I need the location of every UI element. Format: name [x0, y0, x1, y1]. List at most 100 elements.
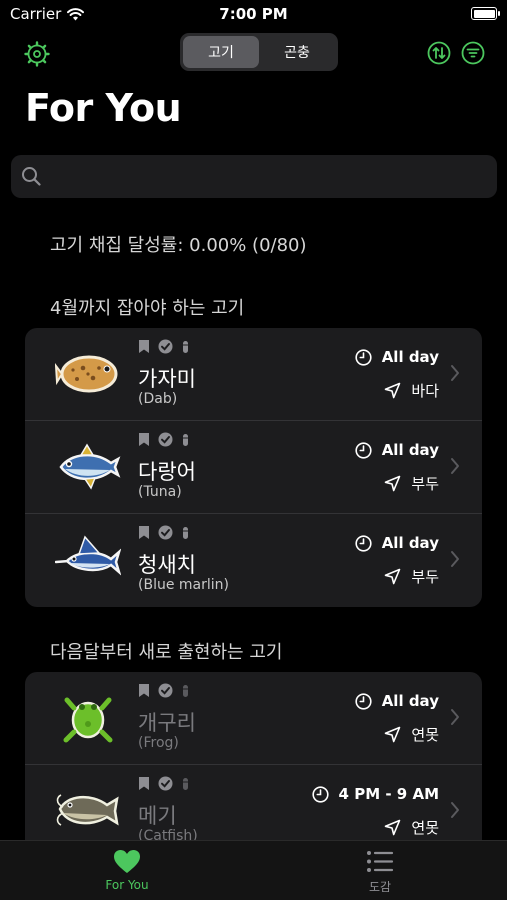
page-title: For You	[25, 86, 182, 130]
caught-check-icon[interactable]	[158, 339, 173, 354]
time-info: All day	[355, 692, 439, 710]
clock-icon	[355, 348, 372, 366]
caught-check-icon[interactable]	[158, 432, 173, 447]
fish-name: 청새치	[138, 553, 196, 577]
bookmark-icon[interactable]	[138, 525, 150, 540]
chevron-right-icon	[451, 458, 459, 474]
place-label: 바다	[411, 382, 439, 400]
tuna-fish-icon	[59, 443, 121, 490]
place-label: 부두	[411, 475, 439, 493]
fish-name: 메기	[138, 804, 177, 828]
location-arrow-icon	[385, 726, 401, 743]
sort-icon[interactable]	[427, 41, 451, 65]
chevron-right-icon	[451, 802, 459, 818]
clock-icon	[355, 692, 372, 710]
section-title-this-month: 4월까지 잡아야 하는 고기	[50, 298, 245, 319]
status-badges	[138, 432, 190, 447]
chevron-right-icon	[451, 551, 459, 567]
donated-icon[interactable]	[181, 526, 190, 540]
location-arrow-icon	[385, 568, 401, 585]
status-badges	[138, 683, 190, 698]
time-label: All day	[381, 692, 439, 710]
status-badges	[138, 776, 190, 791]
tab-label: For You	[105, 878, 149, 892]
bookmark-icon[interactable]	[138, 339, 150, 354]
tab-for-you[interactable]: For You	[67, 849, 187, 892]
catfish-icon	[56, 794, 119, 826]
fish-name-english: (Frog)	[138, 735, 179, 751]
chevron-right-icon	[451, 365, 459, 381]
fish-name-english: (Dab)	[138, 391, 178, 407]
status-time: 7:00 PM	[219, 5, 288, 23]
time-label: All day	[381, 441, 439, 459]
time-info: All day	[355, 348, 439, 366]
search-input[interactable]	[51, 155, 481, 198]
filter-icon[interactable]	[461, 41, 485, 65]
location-arrow-icon	[385, 819, 401, 836]
nav-bar: 고기 곤충	[0, 33, 507, 73]
status-bar: Carrier 7:00 PM	[0, 0, 507, 30]
status-badges	[138, 525, 190, 540]
place-info: 연못	[384, 724, 439, 745]
time-info: All day	[355, 534, 439, 552]
nav-right-actions	[427, 41, 485, 65]
completion-rate: 고기 채집 달성률: 0.00% (0/80)	[50, 235, 307, 256]
donated-icon[interactable]	[181, 340, 190, 354]
section-title-next-month: 다음달부터 새로 출현하는 고기	[50, 642, 283, 663]
fish-name-english: (Blue marlin)	[138, 577, 229, 593]
fish-list-this-month: 가자미 (Dab) All day 바다 다랑어 (Tuna) All day …	[25, 328, 482, 607]
fish-name: 개구리	[138, 711, 196, 735]
place-label: 연못	[411, 819, 439, 837]
segment-insects[interactable]: 곤충	[259, 36, 335, 68]
category-segmented-control[interactable]: 고기 곤충	[180, 33, 338, 71]
status-badges	[138, 339, 190, 354]
fish-name-english: (Catfish)	[138, 828, 198, 840]
place-info: 연못	[384, 817, 439, 838]
fish-name: 다랑어	[138, 460, 196, 484]
place-info: 부두	[384, 566, 439, 587]
donated-icon[interactable]	[181, 433, 190, 447]
list-item[interactable]: 가자미 (Dab) All day 바다	[25, 328, 482, 421]
bookmark-icon[interactable]	[138, 432, 150, 447]
dab-fish-icon	[55, 355, 118, 393]
blue-marlin-fish-icon	[55, 535, 121, 576]
donated-icon[interactable]	[181, 684, 190, 698]
list-item[interactable]: 개구리 (Frog) All day 연못	[25, 672, 482, 765]
place-info: 부두	[384, 473, 439, 494]
caught-check-icon[interactable]	[158, 776, 173, 791]
bookmark-icon[interactable]	[138, 683, 150, 698]
frog-icon	[63, 697, 113, 743]
time-info: All day	[355, 441, 439, 459]
list-item[interactable]: 다랑어 (Tuna) All day 부두	[25, 421, 482, 514]
list-item[interactable]: 메기 (Catfish) 4 PM - 9 AM 연못	[25, 765, 482, 840]
battery-icon	[471, 7, 500, 20]
time-label: 4 PM - 9 AM	[338, 785, 439, 803]
caught-check-icon[interactable]	[158, 683, 173, 698]
tab-bar: For You 도감	[0, 840, 507, 900]
caught-check-icon[interactable]	[158, 525, 173, 540]
fish-name-english: (Tuna)	[138, 484, 182, 500]
tab-encyclopedia[interactable]: 도감	[320, 849, 440, 895]
time-label: All day	[381, 348, 439, 366]
list-icon	[367, 851, 394, 872]
search-bar[interactable]	[11, 155, 497, 198]
search-icon	[22, 167, 41, 186]
heart-icon	[114, 850, 140, 873]
bookmark-icon[interactable]	[138, 776, 150, 791]
place-info: 바다	[384, 380, 439, 401]
gear-icon[interactable]	[24, 41, 50, 67]
location-arrow-icon	[385, 382, 401, 399]
clock-icon	[355, 441, 372, 459]
location-arrow-icon	[385, 475, 401, 492]
donated-icon[interactable]	[181, 777, 190, 791]
tab-label: 도감	[368, 880, 392, 894]
clock-icon	[355, 534, 372, 552]
place-label: 연못	[411, 726, 439, 744]
time-label: All day	[381, 534, 439, 552]
fish-list-next-month: 개구리 (Frog) All day 연못 메기 (Catfish) 4 PM	[25, 672, 482, 840]
time-info: 4 PM - 9 AM	[311, 785, 439, 803]
fish-name: 가자미	[138, 367, 196, 391]
list-item[interactable]: 청새치 (Blue marlin) All day 부두	[25, 514, 482, 607]
place-label: 부두	[411, 568, 439, 586]
segment-fish[interactable]: 고기	[183, 36, 259, 68]
